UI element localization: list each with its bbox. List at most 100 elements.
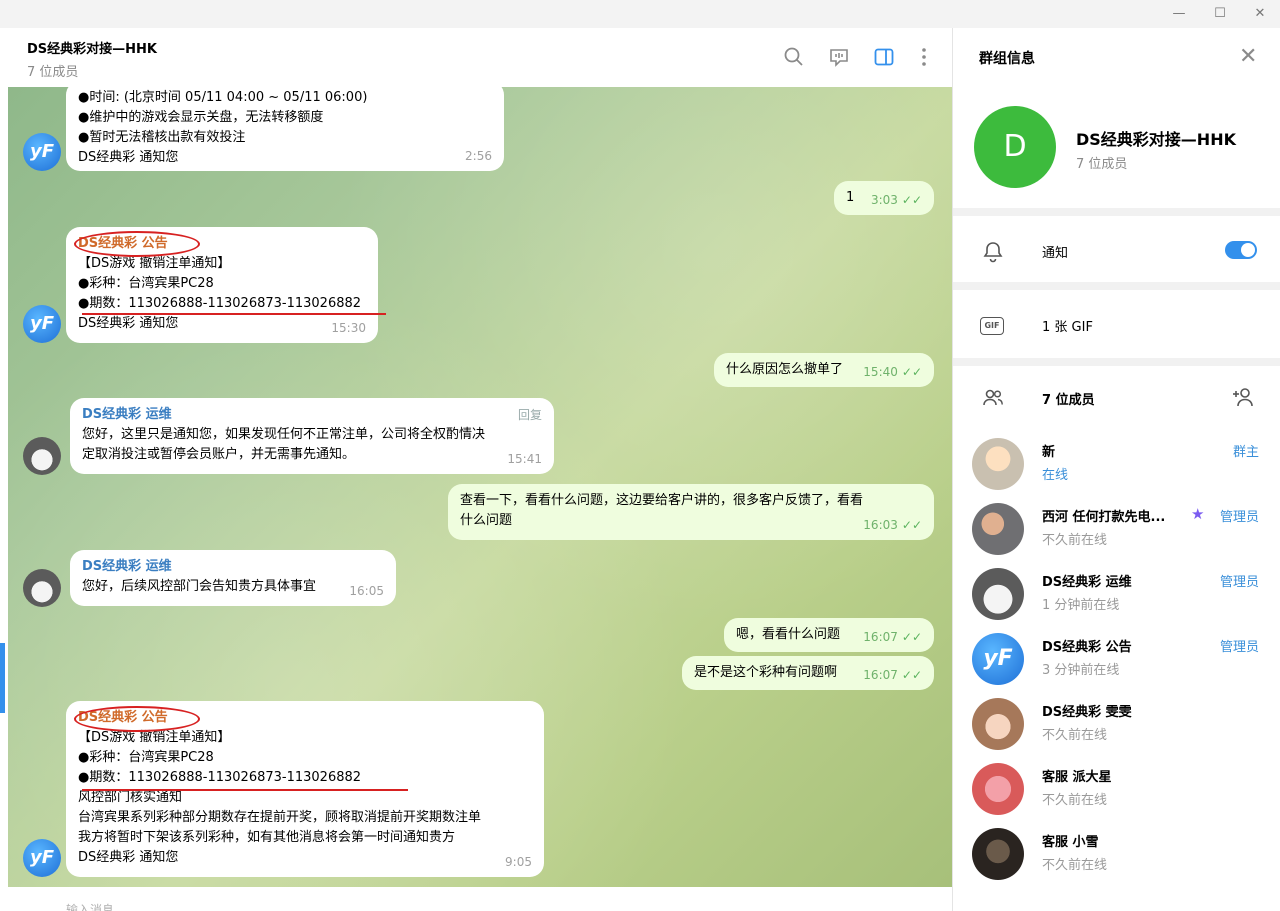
- maximize-icon[interactable]: ☐: [1205, 4, 1235, 24]
- divider: [953, 208, 1280, 216]
- members-label: 7 位成员: [1042, 393, 1095, 408]
- annotation-underline: [82, 313, 386, 315]
- message-bubble-outgoing[interactable]: 嗯，看看什么问题 16:07 ✓✓: [724, 618, 934, 652]
- member-role: 群主: [1232, 445, 1259, 460]
- message-list[interactable]: ●时间: (北京时间 05/11 04:00 ~ 05/11 06:00) ●维…: [8, 87, 952, 887]
- message-text: ●期数：113026888-113026873-113026882: [78, 296, 362, 311]
- message-bubble-outgoing[interactable]: 什么原因怎么撤单了 15:40 ✓✓: [714, 353, 934, 387]
- avatar[interactable]: yF: [23, 305, 61, 343]
- panel-title: 群组信息: [979, 51, 1035, 67]
- message-text: ●期数：113026888-113026873-113026882: [78, 770, 362, 785]
- avatar: yF: [972, 633, 1024, 685]
- message-text: 查看一下，看看什么问题，这边要给客户讲的，很多客户反馈了，看看: [460, 493, 864, 508]
- member-role: 管理员: [1219, 510, 1259, 525]
- chat-title: DS经典彩对接—HHK: [27, 42, 157, 57]
- message-time: 2:56: [465, 149, 492, 163]
- window-close-icon[interactable]: ✕: [1245, 4, 1275, 24]
- member-status: 不久前在线: [1042, 533, 1108, 548]
- message-text: 【DS游戏 撤销注单通知】: [78, 256, 231, 271]
- message-text: 1: [846, 190, 855, 205]
- gif-media-row[interactable]: GIF 1 张 GIF: [953, 300, 1280, 350]
- divider: [953, 358, 1280, 366]
- message-text: ●维护中的游戏会显示关盘，无法转移额度: [78, 110, 324, 125]
- member-row[interactable]: 客服 小雪 不久前在线: [953, 822, 1280, 884]
- member-status: 不久前在线: [1042, 793, 1108, 808]
- message-text: 风控部门核实通知: [78, 790, 183, 805]
- member-row[interactable]: DS经典彩 运维 1 分钟前在线 管理员: [953, 562, 1280, 624]
- sidebar-toggle-icon[interactable]: [873, 46, 895, 68]
- member-name: 客服 派大星: [1042, 770, 1112, 785]
- member-status: 3 分钟前在线: [1042, 663, 1120, 678]
- member-name: DS经典彩 公告: [1042, 640, 1132, 655]
- reply-button[interactable]: 回复: [518, 405, 542, 425]
- message-input[interactable]: 输入消息...: [66, 901, 125, 911]
- avatar[interactable]: yF: [23, 839, 61, 877]
- message-text: 嗯，看看什么问题: [736, 627, 841, 642]
- minimize-icon[interactable]: —: [1164, 4, 1194, 24]
- gif-count-label: 1 张 GIF: [1042, 320, 1093, 335]
- notifications-label: 通知: [1042, 246, 1069, 261]
- group-info-panel: 群组信息 ✕ D DS经典彩对接—HHK 7 位成员 通知 GIF 1 张 GI…: [952, 28, 1280, 911]
- member-row[interactable]: 西河 任何打款先电... 不久前在线 ★ 管理员: [953, 497, 1280, 559]
- message-text: DS经典彩 通知您: [78, 150, 179, 165]
- premium-star-icon: ★: [1191, 505, 1205, 523]
- member-row[interactable]: DS经典彩 雯雯 不久前在线: [953, 692, 1280, 754]
- add-member-icon[interactable]: [1231, 384, 1257, 410]
- message-bubble[interactable]: DS经典彩 运维 您好，后续风控部门会告知贵方具体事宜 16:05: [70, 550, 396, 606]
- more-menu-icon[interactable]: [913, 46, 935, 68]
- member-row[interactable]: 新 在线 群主: [953, 432, 1280, 494]
- message-input-bar[interactable]: 输入消息...: [8, 887, 952, 911]
- message-bubble-outgoing[interactable]: 是不是这个彩种有问题啊 16:07 ✓✓: [682, 656, 934, 690]
- avatar[interactable]: [23, 569, 61, 607]
- annotation-circle: [74, 706, 200, 732]
- member-status: 在线: [1042, 468, 1069, 483]
- avatar: [972, 503, 1024, 555]
- message-bubble[interactable]: DS经典彩 运维 回复 您好，这里只是通知您，如果发现任何不正常注单，公司将全权…: [70, 398, 554, 474]
- read-check-icon: ✓✓: [901, 668, 922, 682]
- message-text: 我方将暂时下架该系列彩种，如有其他消息将会第一时间通知贵方: [78, 830, 456, 845]
- member-role: 管理员: [1219, 640, 1259, 655]
- search-icon[interactable]: [783, 46, 805, 68]
- avatar: [972, 568, 1024, 620]
- annotation-underline: [82, 789, 408, 791]
- message-text: ●暂时无法稽核出款有效投注: [78, 130, 246, 145]
- group-avatar[interactable]: D: [974, 106, 1056, 188]
- avatar: [972, 763, 1024, 815]
- member-row[interactable]: yF DS经典彩 公告 3 分钟前在线 管理员: [953, 627, 1280, 689]
- message-text: ●彩种：台湾宾果PC28: [78, 276, 214, 291]
- voice-chat-icon[interactable]: [828, 46, 850, 68]
- read-check-icon: ✓✓: [901, 365, 922, 379]
- message-time: 9:05: [505, 855, 532, 869]
- member-status: 1 分钟前在线: [1042, 598, 1120, 613]
- message-time: 15:30: [331, 321, 366, 335]
- message-bubble[interactable]: ●时间: (北京时间 05/11 04:00 ~ 05/11 06:00) ●维…: [66, 87, 504, 171]
- member-name: DS经典彩 运维: [1042, 575, 1132, 590]
- member-status: 不久前在线: [1042, 728, 1108, 743]
- avatar: [972, 828, 1024, 880]
- message-text: DS经典彩 通知您: [78, 850, 179, 865]
- notifications-toggle[interactable]: [1225, 241, 1257, 259]
- message-text: 什么原因怎么撤单了: [726, 362, 844, 377]
- chat-header[interactable]: DS经典彩对接—HHK 7 位成员: [8, 28, 952, 87]
- close-icon[interactable]: ✕: [1239, 44, 1257, 69]
- message-bubble-outgoing[interactable]: 1 3:03 ✓✓: [834, 181, 934, 215]
- message-bubble-outgoing[interactable]: 查看一下，看看什么问题，这边要给客户讲的，很多客户反馈了，看看 什么问题 16:…: [448, 484, 934, 540]
- message-time: 16:07: [863, 668, 898, 682]
- avatar: [972, 438, 1024, 490]
- members-icon: [983, 389, 1003, 406]
- sender-name[interactable]: DS经典彩 运维: [82, 557, 384, 577]
- avatar[interactable]: [23, 437, 61, 475]
- message-time: 16:07: [863, 630, 898, 644]
- members-header: 7 位成员: [953, 372, 1280, 422]
- avatar[interactable]: yF: [23, 133, 61, 171]
- folder-indicator: [0, 643, 5, 713]
- annotation-circle: [74, 231, 200, 257]
- message-text: 您好，后续风控部门会告知贵方具体事宜: [82, 579, 317, 594]
- member-role: 管理员: [1219, 575, 1259, 590]
- notifications-row[interactable]: 通知: [953, 226, 1280, 276]
- avatar: [972, 698, 1024, 750]
- sender-name[interactable]: DS经典彩 运维: [82, 405, 542, 425]
- read-check-icon: ✓✓: [901, 630, 922, 644]
- message-time: 15:41: [507, 452, 542, 466]
- member-row[interactable]: 客服 派大星 不久前在线: [953, 757, 1280, 819]
